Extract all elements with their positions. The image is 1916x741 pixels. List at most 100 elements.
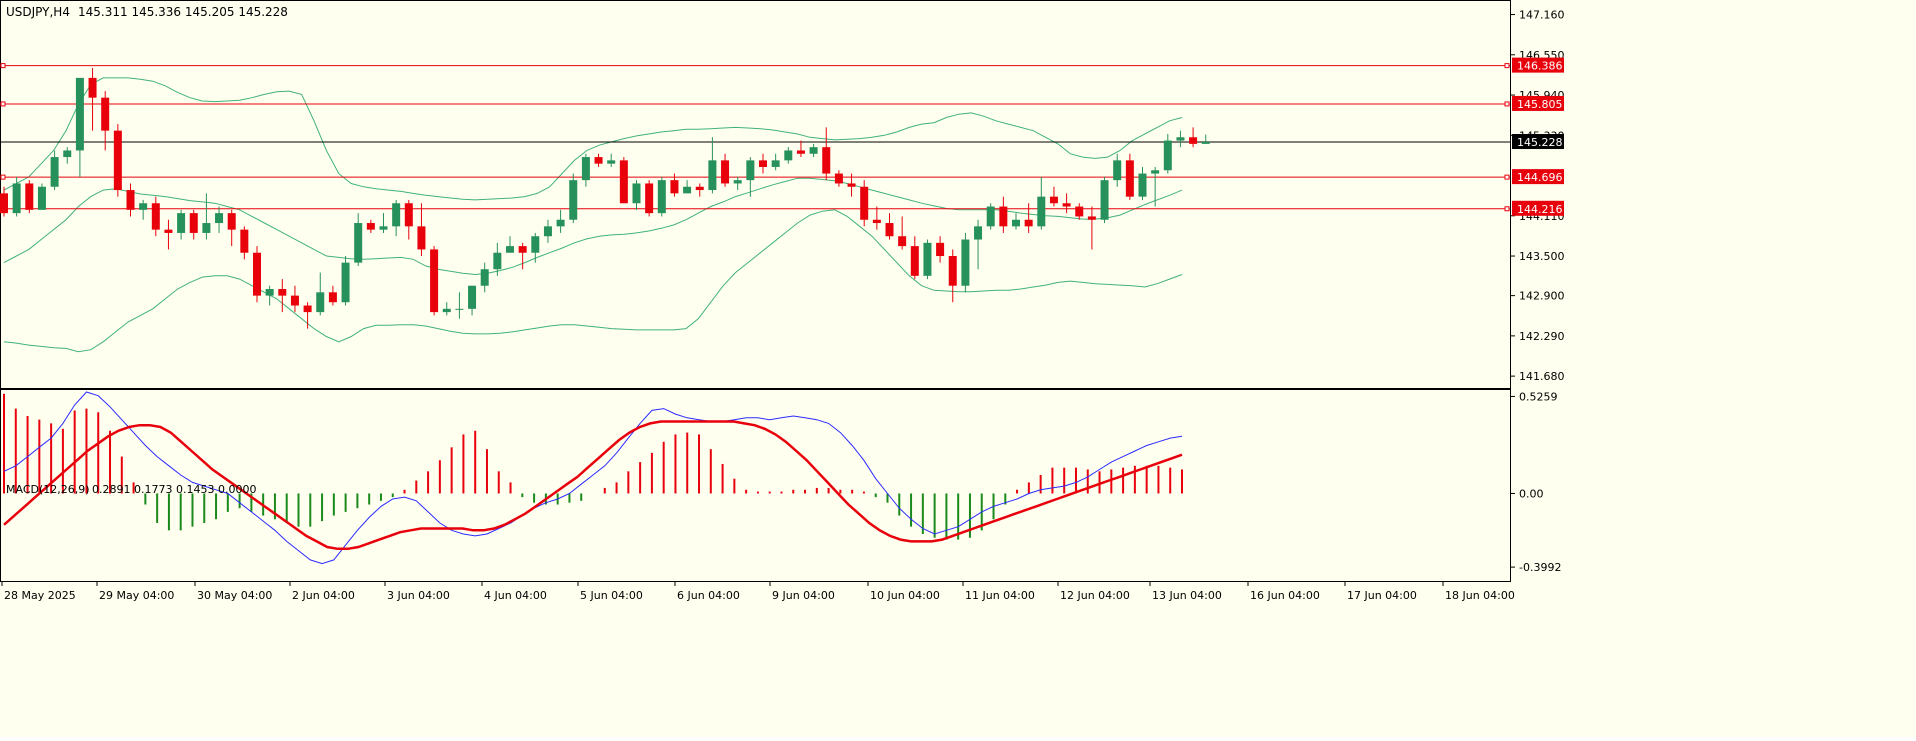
candle-body: [986, 206, 995, 227]
candle-body: [480, 269, 489, 286]
candle-body: [37, 186, 46, 210]
bollinger-upper-band: [3, 77, 1183, 201]
price-tick-label: 142.290: [1519, 330, 1565, 343]
candle-body: [1075, 206, 1084, 217]
bull-candle: [683, 180, 692, 194]
bull-candle: [1037, 176, 1046, 230]
bear-candle: [759, 153, 767, 174]
price-line-label: 146.386: [1517, 60, 1563, 73]
candle-body: [468, 285, 477, 309]
bull-candle: [75, 77, 84, 177]
candle-body: [569, 180, 578, 220]
bull-candle: [63, 147, 72, 164]
candle-body: [708, 160, 717, 191]
time-tick-label: 4 Jun 04:00: [484, 589, 547, 602]
candle-body: [543, 226, 552, 237]
bear-candle: [189, 209, 198, 240]
candle-body: [316, 292, 325, 313]
bear-candle: [948, 249, 957, 303]
bull-candle: [784, 147, 793, 164]
bear-candle: [113, 124, 122, 197]
bear-candle: [1049, 186, 1058, 207]
bear-candle: [999, 196, 1008, 233]
candle-body: [847, 183, 856, 187]
bull-candle: [531, 232, 540, 263]
line-anchor-left: [0, 174, 6, 180]
candle-body: [139, 203, 148, 210]
candle-body: [113, 130, 122, 191]
chart-canvas[interactable]: 147.160146.550145.940145.330144.110143.5…: [0, 0, 1916, 737]
candle-body: [0, 193, 8, 214]
candle-body: [75, 77, 84, 151]
bear-candle: [126, 183, 135, 217]
candle-body: [493, 252, 502, 270]
line-anchor-left: [0, 101, 6, 107]
candle-body: [581, 157, 590, 181]
bear-candle: [885, 213, 894, 240]
bull-candle: [986, 203, 995, 230]
bear-candle: [1189, 127, 1198, 148]
bear-candle: [834, 170, 843, 187]
time-tick-label: 12 Jun 04:00: [1060, 589, 1130, 602]
candle-body: [227, 213, 236, 230]
price-line-label: 145.228: [1517, 136, 1563, 149]
candle-body: [1189, 137, 1198, 144]
bull-candle: [543, 219, 552, 243]
bear-candle: [328, 285, 337, 306]
candle-body: [1125, 160, 1134, 197]
bull-candle: [1176, 130, 1185, 148]
bull-candle: [923, 239, 932, 280]
time-tick-label: 28 May 2025: [4, 589, 76, 602]
macd-tick-label: -0.3992: [1519, 561, 1561, 574]
bull-candle: [506, 236, 514, 253]
bull-candle: [468, 285, 477, 316]
time-tick-label: 5 Jun 04:00: [580, 589, 643, 602]
candle-body: [1012, 219, 1020, 227]
time-tick-label: 3 Jun 04:00: [387, 589, 450, 602]
bull-candle: [341, 256, 350, 306]
candle-body: [784, 150, 793, 161]
bear-candle: [1075, 203, 1084, 220]
candle-body: [253, 252, 261, 296]
candle-body: [417, 226, 426, 250]
bull-candle: [1012, 213, 1020, 230]
candle-body: [809, 147, 818, 154]
time-tick-label: 2 Jun 04:00: [292, 589, 355, 602]
bull-candle: [12, 176, 21, 217]
candle-body: [822, 147, 831, 174]
candle-body: [366, 223, 375, 230]
bull-candle: [974, 219, 983, 270]
candle-body: [126, 190, 135, 210]
bear-candle: [290, 285, 299, 313]
candle-body: [177, 213, 186, 233]
candle-body: [910, 246, 919, 276]
bull-candle: [961, 232, 970, 293]
candle-body: [379, 226, 388, 230]
candle-body: [796, 150, 805, 154]
candle-body: [759, 160, 767, 167]
bear-candle: [240, 226, 249, 260]
bull-candle: [177, 209, 186, 240]
symbol-label: USDJPY,H4: [6, 5, 70, 19]
bull-candle: [607, 153, 616, 167]
price-line-label: 144.216: [1517, 203, 1563, 216]
candle-body: [404, 203, 413, 227]
bear-candle: [366, 219, 375, 233]
candle-body: [101, 97, 110, 131]
candle-body: [392, 203, 401, 227]
time-tick-label: 9 Jun 04:00: [772, 589, 835, 602]
candle-body: [1163, 140, 1172, 171]
candle-body: [290, 295, 299, 306]
candle-body: [531, 236, 540, 253]
candle-body: [898, 236, 907, 247]
bear-candle: [619, 157, 628, 204]
bull-candle: [657, 176, 666, 217]
bear-candle: [936, 236, 945, 263]
time-tick-label: 11 Jun 04:00: [965, 589, 1035, 602]
time-tick-label: 30 May 04:00: [197, 589, 272, 602]
candle-body: [354, 223, 363, 263]
bear-candle: [25, 180, 34, 214]
price-tick-label: 141.680: [1519, 370, 1565, 383]
bull-candle: [581, 153, 590, 187]
candle-body: [657, 180, 666, 214]
